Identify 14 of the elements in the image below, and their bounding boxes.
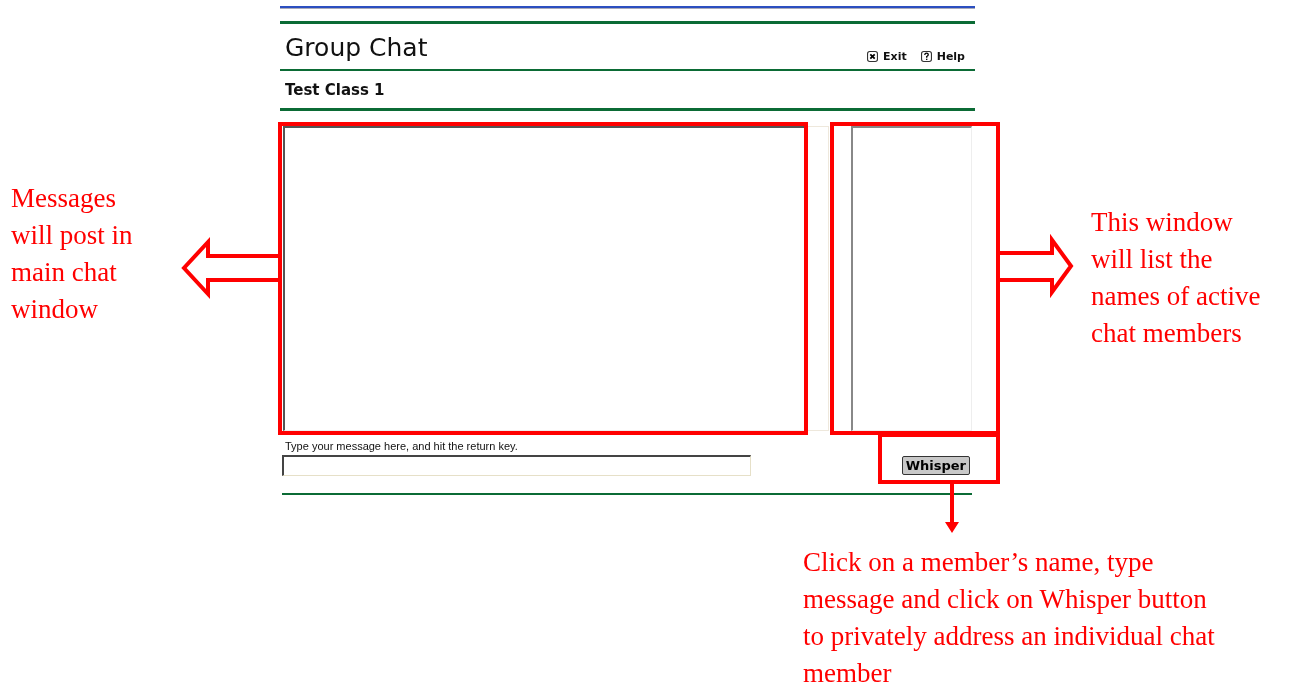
message-input[interactable]	[282, 455, 751, 476]
page-title: Group Chat	[285, 33, 428, 62]
annotation-text: Click on a member’s name, type message and click on Whisper button to privately address an individual chat member	[803, 546, 1215, 688]
whisper-button[interactable]: Whisper	[901, 456, 970, 475]
annotation-text: This window will list the names of active chat members	[1091, 206, 1261, 350]
course-name: Test Class 1	[284, 80, 386, 101]
input-label: Type your message here, and hit the return key.	[284, 439, 519, 452]
header-link[interactable]: Exit	[867, 50, 907, 63]
member-list[interactable]	[851, 126, 972, 431]
help-icon	[920, 51, 932, 62]
header-link[interactable]: Help	[920, 50, 965, 63]
annotation-text: Messages will post in main chat window	[11, 182, 133, 326]
pointer-arrow	[945, 484, 959, 533]
close-icon	[867, 51, 879, 62]
